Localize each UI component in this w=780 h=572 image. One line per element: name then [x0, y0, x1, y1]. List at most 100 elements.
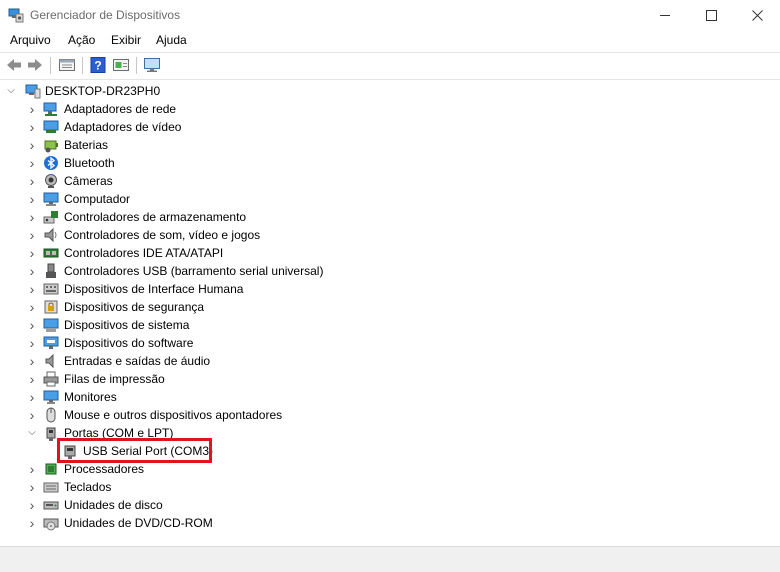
tree-category[interactable]: › Dispositivos de Interface Humana [0, 280, 780, 298]
expand-chevron-icon[interactable]: › [27, 318, 37, 332]
expand-chevron-icon[interactable]: › [27, 372, 37, 386]
tree-category[interactable]: › Controladores de som, vídeo e jogos [0, 226, 780, 244]
collapse-chevron-icon[interactable]: ⌵ [27, 427, 37, 439]
menu-bar: Arquivo Ação Exibir Ajuda [0, 30, 780, 52]
tree-category[interactable]: › Entradas e saídas de áudio [0, 352, 780, 370]
security-device-icon [44, 300, 58, 314]
expand-chevron-icon[interactable]: › [27, 354, 37, 368]
tree-category-label: Computador [64, 192, 131, 206]
tree-category-label: Unidades de disco [64, 498, 163, 512]
maximize-button[interactable] [688, 0, 734, 30]
computer-root-icon [25, 84, 41, 99]
expand-chevron-icon[interactable]: › [27, 282, 37, 296]
tree-category-label: Unidades de DVD/CD-ROM [64, 516, 213, 530]
menu-acao[interactable]: Ação [68, 33, 95, 47]
tree-category[interactable]: › Monitores [0, 388, 780, 406]
expand-chevron-icon[interactable]: › [27, 228, 37, 242]
toolbar: ? [0, 52, 780, 80]
tree-category[interactable]: › Mouse e outros dispositivos apontadores [0, 406, 780, 424]
tree-root[interactable]: ⌵ DESKTOP-DR23PH0 [0, 82, 780, 100]
expand-chevron-icon[interactable]: › [27, 516, 37, 530]
tree-category[interactable]: › Teclados [0, 478, 780, 496]
device-tree: ⌵ DESKTOP-DR23PH0 › Adaptadores de rede › Ada… [0, 80, 780, 546]
device-manager-icon [8, 8, 24, 23]
expand-chevron-icon[interactable]: › [27, 156, 37, 170]
tree-category[interactable]: › Controladores IDE ATA/ATAPI [0, 244, 780, 262]
tree-category[interactable]: › Dispositivos do software [0, 334, 780, 352]
monitor-icon [43, 390, 59, 404]
tree-category[interactable]: › Câmeras [0, 172, 780, 190]
tree-category-label: Adaptadores de vídeo [64, 120, 182, 134]
tree-category-label: Baterias [64, 138, 109, 152]
expand-chevron-icon[interactable]: › [27, 138, 37, 152]
highlight-box [57, 438, 212, 463]
tree-category[interactable]: › Filas de impressão [0, 370, 780, 388]
tree-category-label: Controladores IDE ATA/ATAPI [64, 246, 224, 260]
menu-exibir[interactable]: Exibir [111, 33, 141, 47]
forward-icon[interactable] [26, 56, 44, 74]
hid-icon [43, 283, 59, 295]
tree-root-label: DESKTOP-DR23PH0 [45, 84, 161, 98]
tree-category[interactable]: › Controladores de armazenamento [0, 208, 780, 226]
tree-category-label: Dispositivos de Interface Humana [64, 282, 244, 296]
expand-chevron-icon[interactable]: › [27, 480, 37, 494]
tree-category[interactable]: › Baterias [0, 136, 780, 154]
tree-category-label: Filas de impressão [64, 372, 165, 386]
title-bar: Gerenciador de Dispositivos [0, 0, 780, 30]
tree-category[interactable]: › Unidades de DVD/CD-ROM [0, 514, 780, 532]
maximize-icon [705, 9, 717, 21]
audio-io-icon [45, 353, 54, 369]
software-device-icon [43, 336, 59, 349]
keyboard-icon [43, 482, 59, 493]
storage-controller-icon [43, 211, 58, 224]
expand-chevron-icon[interactable]: › [27, 120, 37, 134]
tree-category[interactable]: › Dispositivos de sistema [0, 316, 780, 334]
expand-chevron-icon[interactable]: › [27, 390, 37, 404]
bluetooth-icon [44, 156, 58, 170]
expand-chevron-icon[interactable]: › [27, 408, 37, 422]
back-icon[interactable] [5, 56, 23, 74]
disk-drive-icon [43, 501, 59, 510]
tree-category-label: Teclados [64, 480, 112, 494]
expand-chevron-icon[interactable]: › [27, 264, 37, 278]
tree-category[interactable]: › Unidades de disco [0, 496, 780, 514]
menu-arquivo[interactable]: Arquivo [10, 33, 51, 47]
tree-category[interactable]: › Computador [0, 190, 780, 208]
tree-category[interactable]: › Dispositivos de segurança [0, 298, 780, 316]
svg-text:?: ? [94, 59, 101, 73]
dvd-drive-icon [43, 518, 59, 531]
expand-chevron-icon[interactable]: › [27, 462, 37, 476]
update-driver-icon[interactable] [112, 56, 130, 74]
tree-category[interactable]: › Adaptadores de rede [0, 100, 780, 118]
tree-category-label: Entradas e saídas de áudio [64, 354, 211, 368]
expand-chevron-icon[interactable]: › [27, 300, 37, 314]
minimize-button[interactable] [642, 0, 688, 30]
expand-chevron-icon[interactable]: › [27, 498, 37, 512]
expand-chevron-icon[interactable]: › [27, 336, 37, 350]
tree-category-label: Dispositivos de sistema [64, 318, 190, 332]
menu-ajuda[interactable]: Ajuda [156, 33, 187, 47]
tree-category[interactable]: › Bluetooth [0, 154, 780, 172]
expand-chevron-icon[interactable]: › [27, 210, 37, 224]
expand-chevron-icon[interactable]: › [27, 102, 37, 116]
tree-category-label: Mouse e outros dispositivos apontadores [64, 408, 283, 422]
mouse-icon [46, 407, 56, 423]
battery-icon [44, 140, 58, 153]
tree-category-label: Dispositivos do software [64, 336, 194, 350]
expand-chevron-icon[interactable]: › [27, 174, 37, 188]
expand-chevron-icon[interactable]: › [27, 192, 37, 206]
tree-category-label: Controladores USB (barramento serial uni… [64, 264, 324, 278]
tree-category-label: Dispositivos de segurança [64, 300, 205, 314]
expand-chevron-icon[interactable]: › [27, 246, 37, 260]
collapse-chevron-icon[interactable]: ⌵ [6, 85, 16, 97]
monitor-icon[interactable] [143, 56, 161, 74]
properties-icon[interactable] [58, 56, 76, 74]
tree-category-label: Controladores de armazenamento [64, 210, 247, 224]
tree-category-label: Monitores [64, 390, 117, 404]
close-button[interactable] [734, 0, 780, 30]
speaker-icon [44, 227, 57, 243]
tree-category[interactable]: › Adaptadores de vídeo [0, 118, 780, 136]
display-adapter-icon [43, 120, 59, 133]
tree-category[interactable]: › Controladores USB (barramento serial un… [0, 262, 780, 280]
help-icon[interactable]: ? [89, 56, 107, 74]
